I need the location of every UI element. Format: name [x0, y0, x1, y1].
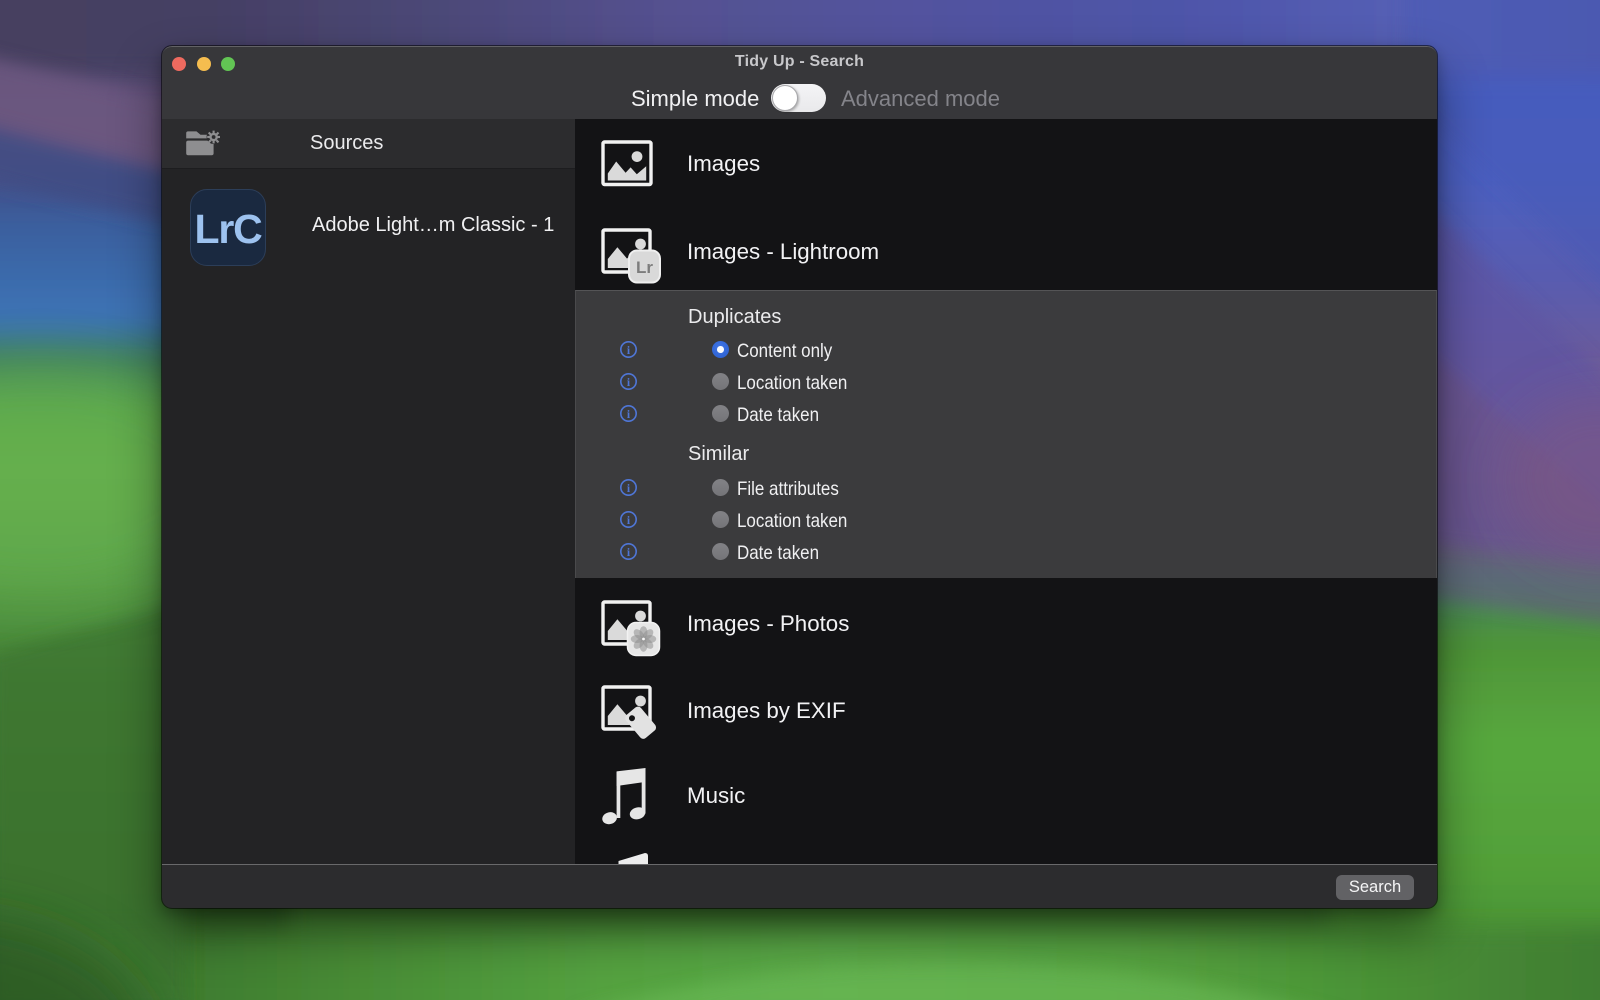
svg-text:i: i [627, 376, 631, 389]
svg-text:i: i [627, 546, 631, 559]
svg-text:Lr: Lr [636, 258, 653, 277]
svg-text:i: i [627, 482, 631, 495]
svg-text:i: i [627, 408, 631, 421]
svg-text:i: i [627, 514, 631, 527]
svg-text:i: i [627, 344, 631, 357]
